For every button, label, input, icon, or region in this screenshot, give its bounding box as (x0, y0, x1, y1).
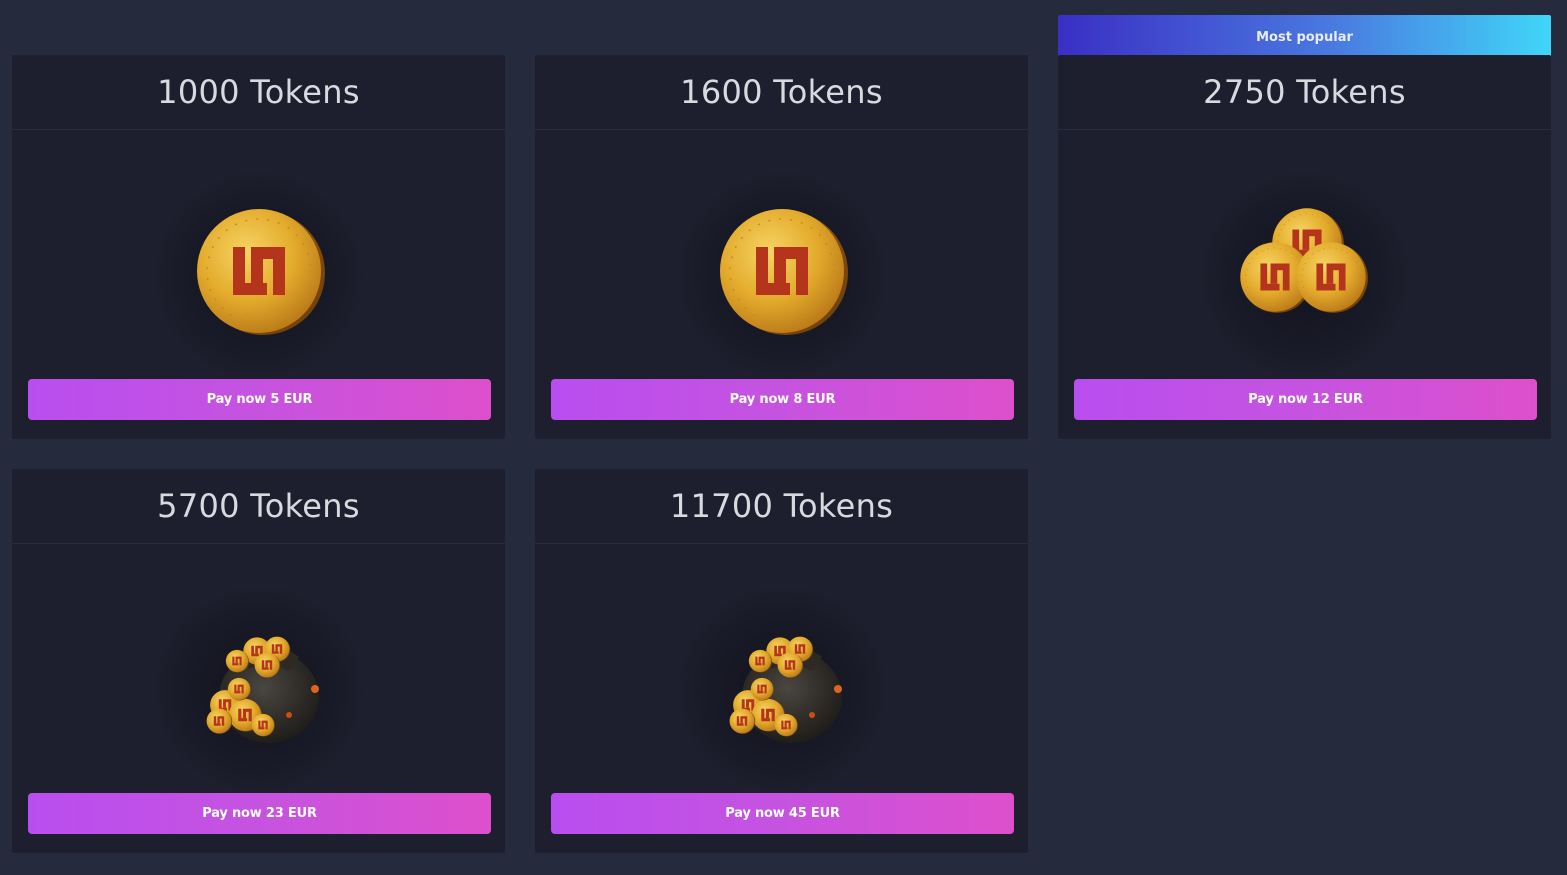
package-art (535, 131, 1028, 411)
package-card-11700: 11700 Tokens Pay now 45 EUR (535, 469, 1028, 853)
single-coin-icon (189, 201, 329, 341)
pay-now-button[interactable]: Pay now 23 EUR (28, 793, 491, 834)
three-coins-icon (1230, 196, 1380, 346)
package-art (12, 545, 505, 825)
pay-now-button[interactable]: Pay now 8 EUR (551, 379, 1014, 420)
package-card-1000: 1000 Tokens Pay now 5 EUR (12, 55, 505, 439)
package-title: 1600 Tokens (535, 55, 1028, 130)
pay-now-button[interactable]: Pay now 12 EUR (1074, 379, 1537, 420)
single-coin-icon (712, 201, 852, 341)
package-card-2750: 2750 Tokens Pay now 12 EUR (1058, 55, 1551, 439)
most-popular-badge: Most popular (1058, 15, 1551, 60)
package-title: 2750 Tokens (1058, 55, 1551, 130)
token-shop: Most popular 1000 Tokens Pay now 5 EUR 1… (0, 0, 1567, 875)
package-title: 11700 Tokens (535, 469, 1028, 544)
coin-bag-icon (707, 610, 842, 743)
package-art (1058, 131, 1551, 411)
package-title: 1000 Tokens (12, 55, 505, 130)
package-card-5700: 5700 Tokens Pay now 23 EUR (12, 469, 505, 853)
package-art (12, 131, 505, 411)
package-card-1600: 1600 Tokens Pay now 8 EUR (535, 55, 1028, 439)
package-title: 5700 Tokens (12, 469, 505, 544)
pay-now-button[interactable]: Pay now 5 EUR (28, 379, 491, 420)
coin-bag-icon (184, 610, 319, 743)
pay-now-button[interactable]: Pay now 45 EUR (551, 793, 1014, 834)
package-art (535, 545, 1028, 825)
